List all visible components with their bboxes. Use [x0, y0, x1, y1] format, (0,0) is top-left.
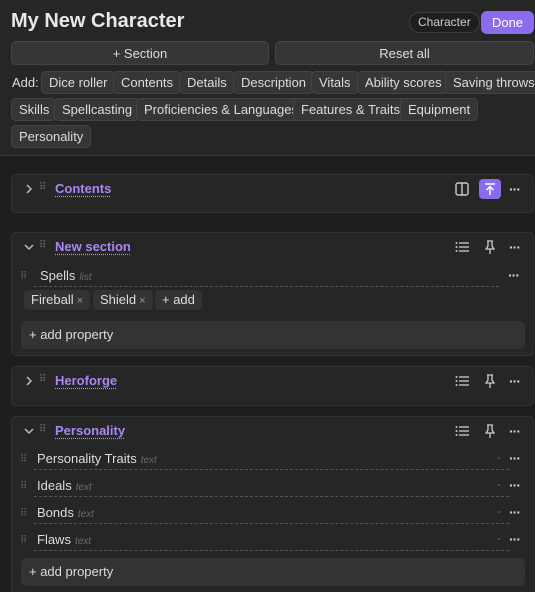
- more-icon[interactable]: ···: [509, 423, 520, 439]
- list-item-shield[interactable]: Shield ×: [93, 290, 153, 310]
- list-icon[interactable]: [451, 371, 473, 391]
- property-row-spells: ⠿ Spells list ···: [12, 265, 533, 289]
- chevron-down-icon[interactable]: [22, 424, 36, 438]
- add-chip-description[interactable]: Description: [233, 71, 314, 94]
- property-type: list: [79, 272, 91, 283]
- drag-handle-icon[interactable]: ⠿: [20, 508, 26, 519]
- more-icon[interactable]: ···: [509, 531, 520, 547]
- pin-icon[interactable]: [479, 371, 501, 391]
- add-chip-proficiencies[interactable]: Proficiencies & Languages: [136, 98, 306, 121]
- add-chip-contents[interactable]: Contents: [113, 71, 181, 94]
- more-icon[interactable]: ···: [509, 373, 520, 389]
- add-chip-vitals[interactable]: Vitals: [311, 71, 359, 94]
- add-chip-equipment[interactable]: Equipment: [400, 98, 478, 121]
- add-chip-saving-throws[interactable]: Saving throws: [445, 71, 535, 94]
- property-value[interactable]: -: [497, 450, 501, 464]
- property-type: text: [78, 509, 94, 520]
- add-chip-dice-roller[interactable]: Dice roller: [41, 71, 116, 94]
- add-property-button[interactable]: + add property: [21, 558, 525, 586]
- more-icon[interactable]: ···: [509, 477, 520, 493]
- more-icon[interactable]: ···: [508, 267, 519, 283]
- property-name[interactable]: Flaws text: [37, 532, 91, 547]
- mode-toggle[interactable]: Character: [409, 12, 480, 33]
- property-value[interactable]: -: [497, 504, 501, 518]
- property-type: text: [76, 482, 92, 493]
- columns-icon[interactable]: [451, 179, 473, 199]
- section-header: ⠿ Heroforge ···: [12, 367, 533, 395]
- pin-icon[interactable]: [479, 237, 501, 257]
- section-title[interactable]: Personality: [55, 423, 125, 438]
- property-underline: [34, 286, 499, 287]
- drag-handle-icon[interactable]: ⠿: [20, 535, 26, 546]
- add-property-button[interactable]: + add property: [21, 321, 525, 349]
- property-row-personality-traits: ⠿ Personality Traits text - ···: [12, 448, 533, 472]
- chevron-down-icon[interactable]: [22, 240, 36, 254]
- list-icon[interactable]: [451, 237, 473, 257]
- property-name[interactable]: Spells list: [40, 268, 92, 283]
- more-icon[interactable]: ···: [509, 181, 520, 197]
- drag-handle-icon[interactable]: ⠿: [20, 454, 26, 465]
- section-header: ⠿ Personality ···: [12, 417, 533, 445]
- done-button[interactable]: Done: [481, 11, 534, 34]
- editor-header: My New Character Character Done + Sectio…: [0, 0, 535, 156]
- property-row-ideals: ⠿ Ideals text - ···: [12, 475, 533, 499]
- property-underline: [34, 469, 509, 470]
- drag-handle-icon[interactable]: ⠿: [39, 240, 45, 251]
- drag-handle-icon[interactable]: ⠿: [39, 182, 45, 193]
- property-underline: [34, 496, 509, 497]
- property-name[interactable]: Bonds text: [37, 505, 94, 520]
- drag-handle-icon[interactable]: ⠿: [20, 271, 26, 282]
- section-title[interactable]: Heroforge: [55, 373, 117, 388]
- section-header: ⠿ Contents ···: [12, 175, 533, 203]
- pin-icon[interactable]: [479, 421, 501, 441]
- property-name[interactable]: Ideals text: [37, 478, 92, 493]
- add-chip-details[interactable]: Details: [179, 71, 235, 94]
- property-name[interactable]: Personality Traits text: [37, 451, 157, 466]
- pin-to-top-icon[interactable]: [479, 179, 501, 199]
- add-chip-ability-scores[interactable]: Ability scores: [357, 71, 450, 94]
- list-item-fireball[interactable]: Fireball ×: [24, 290, 90, 310]
- reset-all-button[interactable]: Reset all: [275, 41, 534, 65]
- section-new-section: ⠿ New section ··· ⠿ Spells list ··· Fireb…: [11, 232, 534, 356]
- property-underline: [34, 523, 509, 524]
- add-label: Add:: [12, 75, 39, 90]
- add-chip-spellcasting[interactable]: Spellcasting: [54, 98, 140, 121]
- add-chip-personality[interactable]: Personality: [11, 125, 91, 148]
- section-title[interactable]: New section: [55, 239, 131, 254]
- chevron-right-icon[interactable]: [22, 182, 36, 196]
- add-section-button[interactable]: + Section: [11, 41, 269, 65]
- property-row-bonds: ⠿ Bonds text - ···: [12, 502, 533, 526]
- remove-icon[interactable]: ×: [77, 295, 83, 307]
- drag-handle-icon[interactable]: ⠿: [39, 374, 45, 385]
- property-type: text: [141, 455, 157, 466]
- section-personality: ⠿ Personality ··· ⠿ Personality Traits te…: [11, 416, 534, 592]
- more-icon[interactable]: ···: [509, 239, 520, 255]
- drag-handle-icon[interactable]: ⠿: [39, 424, 45, 435]
- chevron-right-icon[interactable]: [22, 374, 36, 388]
- list-icon[interactable]: [451, 421, 473, 441]
- section-header: ⠿ New section ···: [12, 233, 533, 261]
- property-underline: [34, 550, 509, 551]
- section-heroforge: ⠿ Heroforge ···: [11, 366, 534, 406]
- drag-handle-icon[interactable]: ⠿: [20, 481, 26, 492]
- add-list-item-button[interactable]: + add: [155, 290, 202, 310]
- property-value[interactable]: -: [497, 531, 501, 545]
- more-icon[interactable]: ···: [509, 450, 520, 466]
- page-title: My New Character: [11, 10, 184, 33]
- property-row-flaws: ⠿ Flaws text - ···: [12, 529, 533, 553]
- section-contents: ⠿ Contents ···: [11, 174, 534, 213]
- property-type: text: [75, 536, 91, 547]
- add-chip-skills[interactable]: Skills: [11, 98, 57, 121]
- remove-icon[interactable]: ×: [139, 295, 145, 307]
- add-chip-features-traits[interactable]: Features & Traits: [293, 98, 408, 121]
- more-icon[interactable]: ···: [509, 504, 520, 520]
- property-value[interactable]: -: [497, 477, 501, 491]
- section-title[interactable]: Contents: [55, 181, 111, 196]
